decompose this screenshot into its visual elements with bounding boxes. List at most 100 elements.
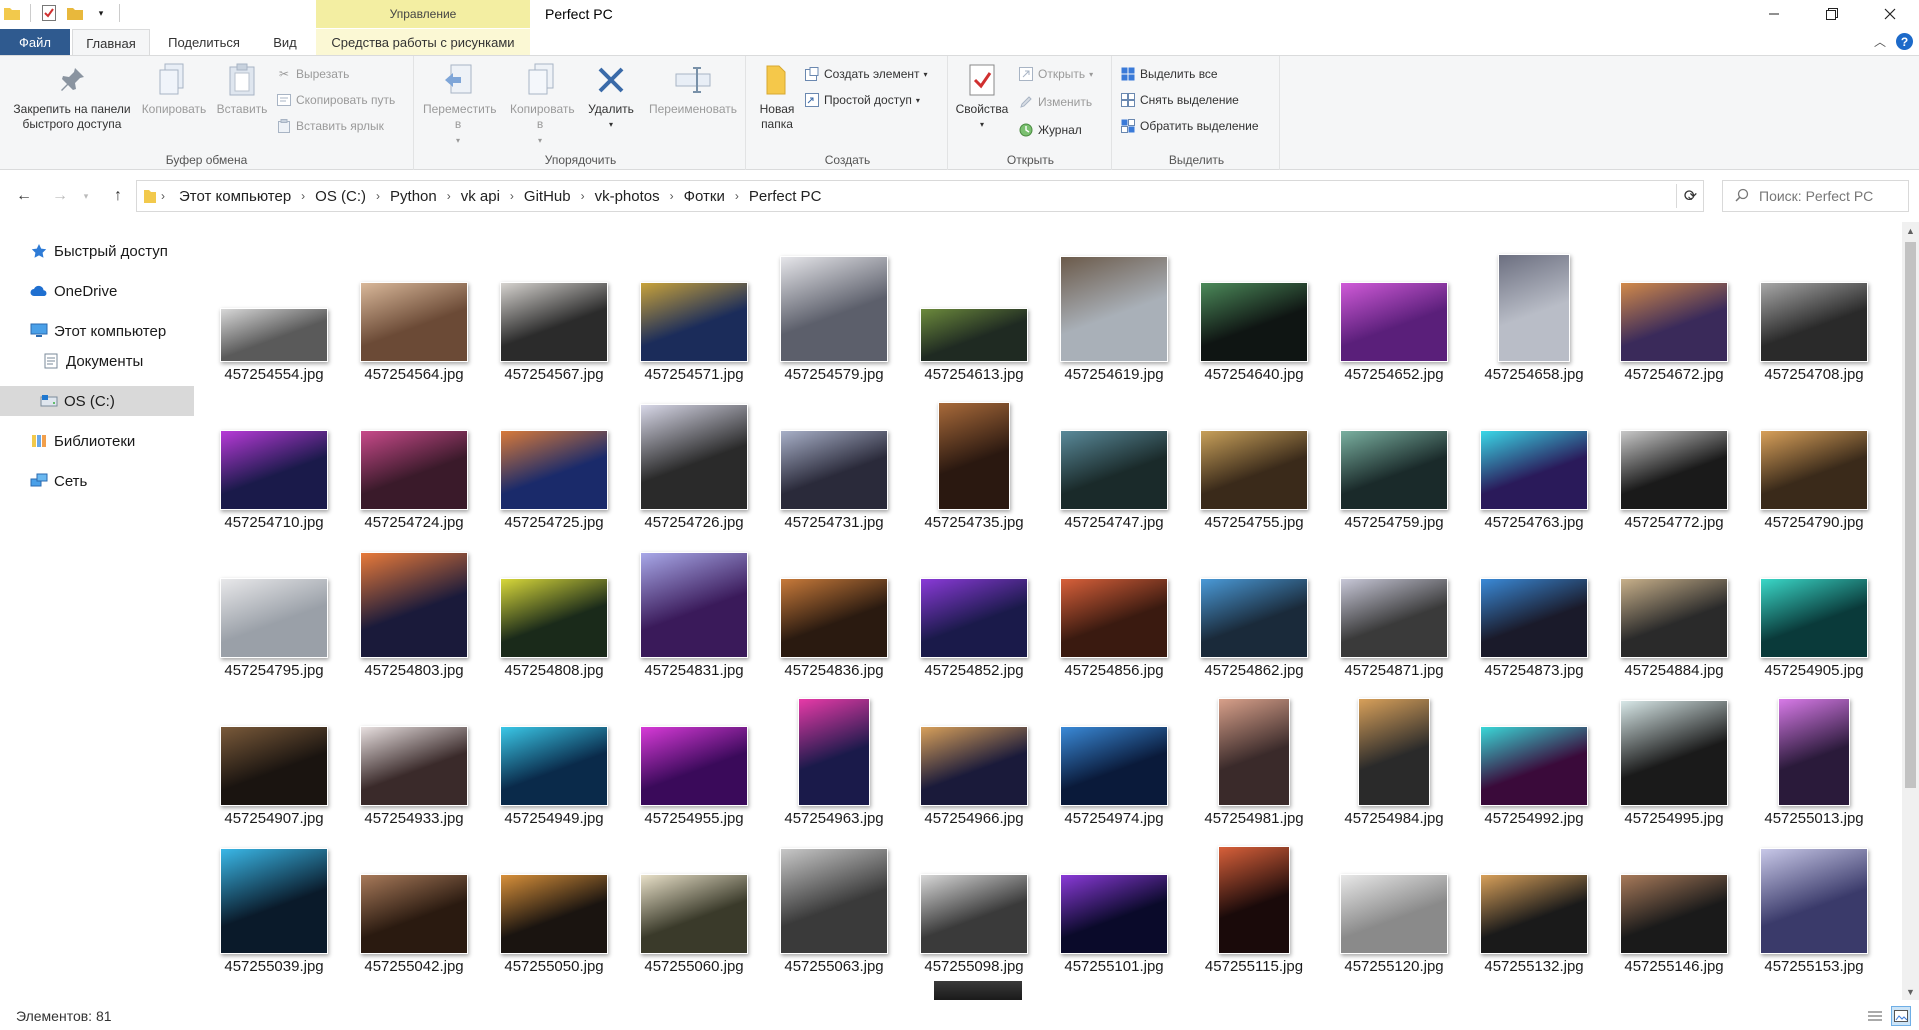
file-item[interactable]: 457255120.jpg	[1324, 828, 1464, 976]
tab-home[interactable]: Главная	[72, 29, 150, 56]
file-item[interactable]: 457254933.jpg	[344, 680, 484, 828]
file-item[interactable]: 457254808.jpg	[484, 532, 624, 680]
address-bar[interactable]: › Этот компьютер › OS (C:) › Python › vk api › G…	[136, 180, 1704, 212]
file-item[interactable]: 457254672.jpg	[1604, 236, 1744, 384]
file-item[interactable]: 457255146.jpg	[1604, 828, 1744, 976]
file-item[interactable]: 457254567.jpg	[484, 236, 624, 384]
delete-button[interactable]: Удалить ▾	[582, 62, 640, 132]
file-item[interactable]: 457254803.jpg	[344, 532, 484, 680]
details-view-icon[interactable]	[1865, 1006, 1885, 1026]
file-item[interactable]: 457255101.jpg	[1044, 828, 1184, 976]
file-item[interactable]: 457254790.jpg	[1744, 384, 1884, 532]
file-item[interactable]: 457254755.jpg	[1184, 384, 1324, 532]
file-item[interactable]: 457254831.jpg	[624, 532, 764, 680]
nav-item-libraries[interactable]: Библиотеки	[0, 426, 194, 456]
scroll-down-icon[interactable]: ▼	[1902, 983, 1919, 1000]
file-item[interactable]: 457254725.jpg	[484, 384, 624, 532]
pin-quick-access-button[interactable]: Закрепить на панели быстрого доступа	[4, 62, 140, 132]
paste-shortcut-button[interactable]: Вставить ярлык	[276, 115, 384, 137]
file-item[interactable]: 457254731.jpg	[764, 384, 904, 532]
file-item[interactable]: 457254884.jpg	[1604, 532, 1744, 680]
edit-button[interactable]: Изменить	[1018, 91, 1092, 113]
breadcrumb-chevron-icon[interactable]: ›	[731, 189, 743, 203]
invert-selection-button[interactable]: Обратить выделение	[1120, 115, 1259, 137]
tab-share[interactable]: Поделиться	[158, 29, 250, 55]
breadcrumb-item[interactable]: Фотки	[678, 188, 731, 205]
forward-arrow-icon[interactable]: →	[48, 184, 72, 208]
file-item[interactable]: 457254735.jpg	[904, 384, 1044, 532]
nav-item-documents[interactable]: Документы	[0, 346, 194, 376]
file-item[interactable]: 457254726.jpg	[624, 384, 764, 532]
file-item[interactable]: 457254955.jpg	[624, 680, 764, 828]
file-item[interactable]: 457254763.jpg	[1464, 384, 1604, 532]
breadcrumb-item[interactable]: Perfect PC	[743, 188, 828, 205]
history-button[interactable]: Журнал	[1018, 119, 1082, 141]
scroll-up-icon[interactable]: ▲	[1902, 222, 1919, 239]
tab-view[interactable]: Вид	[260, 29, 310, 55]
nav-item-os-c[interactable]: OS (C:)	[0, 386, 194, 416]
vertical-scrollbar[interactable]: ▲ ▼	[1902, 222, 1919, 1000]
select-none-button[interactable]: Снять выделение	[1120, 89, 1239, 111]
file-item[interactable]: 457255042.jpg	[344, 828, 484, 976]
refresh-icon[interactable]: ⟳	[1676, 184, 1704, 208]
copy-to-button[interactable]: Копировать в ▾	[500, 62, 580, 148]
file-item[interactable]: 457254873.jpg	[1464, 532, 1604, 680]
file-item[interactable]: 457254963.jpg	[764, 680, 904, 828]
file-item[interactable]: 457254652.jpg	[1324, 236, 1464, 384]
file-item[interactable]: 457255115.jpg	[1184, 828, 1324, 976]
easy-access-button[interactable]: Простой доступ ▾	[804, 89, 920, 111]
properties-button[interactable]: Свойства ▾	[952, 62, 1012, 132]
nav-item-network[interactable]: Сеть	[0, 466, 194, 496]
tab-picture-tools[interactable]: Средства работы с рисунками	[316, 29, 530, 55]
file-item[interactable]: 457254708.jpg	[1744, 236, 1884, 384]
copy-button[interactable]: Копировать	[138, 62, 210, 117]
file-item[interactable]: 457254710.jpg	[204, 384, 344, 532]
properties-check-icon[interactable]	[41, 4, 57, 22]
breadcrumb-item[interactable]: Этот компьютер	[173, 188, 297, 205]
minimize-icon[interactable]	[1745, 0, 1803, 28]
new-folder-button[interactable]: Новая папка	[750, 62, 804, 132]
tab-file[interactable]: Файл	[0, 29, 70, 55]
file-item[interactable]: 457255060.jpg	[624, 828, 764, 976]
file-item[interactable]: 457254747.jpg	[1044, 384, 1184, 532]
customize-toolbar-icon[interactable]: ▾	[93, 4, 109, 22]
file-item[interactable]: 457254640.jpg	[1184, 236, 1324, 384]
breadcrumb-item[interactable]: GitHub	[518, 188, 577, 205]
file-item[interactable]: 457254852.jpg	[904, 532, 1044, 680]
restore-icon[interactable]	[1803, 0, 1861, 28]
breadcrumb-item[interactable]: vk-photos	[589, 188, 666, 205]
nav-item-onedrive[interactable]: OneDrive	[0, 276, 194, 306]
file-item[interactable]: 457254981.jpg	[1184, 680, 1324, 828]
file-item[interactable]: 457254759.jpg	[1324, 384, 1464, 532]
folder-icon[interactable]	[4, 4, 20, 22]
nav-item-quick-access[interactable]: Быстрый доступ	[0, 236, 194, 266]
open-button[interactable]: Открыть ▾	[1018, 63, 1093, 85]
rename-button[interactable]: Переименовать	[642, 62, 744, 117]
file-item[interactable]: 457254949.jpg	[484, 680, 624, 828]
file-item[interactable]: 457255098.jpg	[904, 828, 1044, 976]
file-item[interactable]: 457254984.jpg	[1324, 680, 1464, 828]
up-arrow-icon[interactable]: ↑	[106, 184, 130, 208]
file-item[interactable]: 457254658.jpg	[1464, 236, 1604, 384]
move-to-button[interactable]: Переместить в ▾	[418, 62, 498, 148]
breadcrumb-chevron-icon[interactable]: ›	[372, 189, 384, 203]
search-box[interactable]: Поиск: Perfect PC	[1722, 180, 1909, 212]
paste-button[interactable]: Вставить	[212, 62, 272, 117]
cut-button[interactable]: ✂ Вырезать	[276, 63, 349, 85]
nav-item-this-pc[interactable]: Этот компьютер	[0, 316, 194, 346]
file-item[interactable]: 457254571.jpg	[624, 236, 764, 384]
file-item[interactable]: 457254905.jpg	[1744, 532, 1884, 680]
new-item-button[interactable]: Создать элемент ▾	[804, 63, 928, 85]
file-item[interactable]: 457254564.jpg	[344, 236, 484, 384]
breadcrumb-chevron-icon[interactable]: ›	[297, 189, 309, 203]
copy-path-button[interactable]: Скопировать путь	[276, 89, 395, 111]
close-icon[interactable]	[1861, 0, 1919, 28]
breadcrumb-item[interactable]: vk api	[455, 188, 506, 205]
file-item[interactable]: 457254554.jpg	[204, 236, 344, 384]
large-icons-view-icon[interactable]	[1891, 1006, 1911, 1026]
file-item[interactable]: 457254995.jpg	[1604, 680, 1744, 828]
file-item[interactable]: 457254974.jpg	[1044, 680, 1184, 828]
file-item[interactable]: 457254795.jpg	[204, 532, 344, 680]
file-item[interactable]: 457254836.jpg	[764, 532, 904, 680]
breadcrumb-item[interactable]: Python	[384, 188, 443, 205]
